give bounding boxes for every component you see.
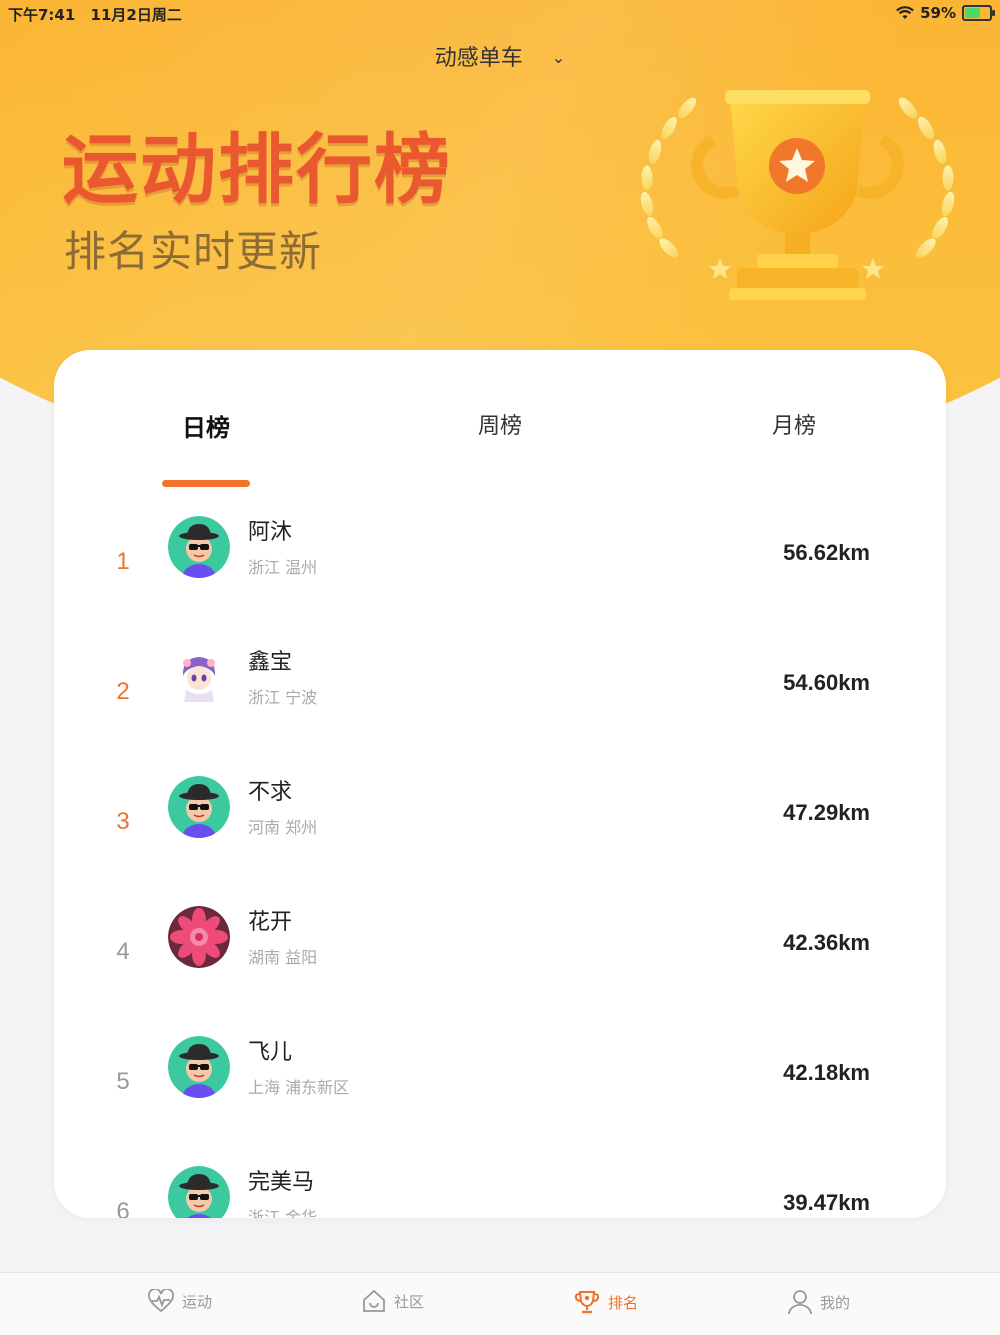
- ranking-row[interactable]: 3 不求河南 郑州 47.29km: [54, 758, 946, 888]
- nav-item-exercise[interactable]: 运动: [148, 1289, 212, 1313]
- status-date: 11月2日周二: [90, 6, 182, 24]
- rank-number: 1: [116, 548, 130, 575]
- ranking-tabs: 日榜 周榜 月榜: [54, 350, 946, 490]
- nav-item-mine[interactable]: 我的: [788, 1289, 850, 1315]
- tab-weekly[interactable]: 周榜: [410, 408, 590, 440]
- rank-number: 4: [116, 938, 130, 965]
- distance-value: 39.47km: [783, 1190, 870, 1215]
- distance-value: 56.62km: [783, 540, 870, 565]
- distance-value: 42.36km: [783, 930, 870, 955]
- nav-label: 运动: [182, 1292, 213, 1311]
- user-name: 鑫宝: [248, 650, 293, 675]
- ranking-card: 日榜 周榜 月榜 1 阿沐浙江 温州 56.62km 2 鑫宝浙江 宁波 54.60km 3…: [54, 350, 946, 1218]
- sport-selector[interactable]: 动感单车 ⌄: [0, 40, 1000, 72]
- distance-value: 42.18km: [783, 1060, 870, 1085]
- tab-daily[interactable]: 日榜: [116, 408, 296, 443]
- ranking-row[interactable]: 4 花开湖南 益阳 42.36km: [54, 888, 946, 1018]
- user-location: 上海 浦东新区: [248, 1078, 350, 1097]
- tab-monthly[interactable]: 月榜: [704, 408, 884, 440]
- nav-label: 排名: [608, 1293, 639, 1312]
- nav-item-ranking[interactable]: 排名: [574, 1289, 638, 1315]
- avatar[interactable]: [168, 906, 230, 968]
- avatar[interactable]: [168, 776, 230, 838]
- distance-value: 54.60km: [783, 670, 870, 695]
- status-time: 下午7:41: [8, 6, 76, 24]
- rank-number: 5: [116, 1068, 130, 1095]
- nav-label: 社区: [394, 1292, 425, 1311]
- ranking-row[interactable]: 1 阿沐浙江 温州 56.62km: [54, 498, 946, 628]
- rank-number: 2: [116, 678, 130, 705]
- user-name: 不求: [248, 780, 293, 805]
- rank-number: 3: [116, 808, 130, 835]
- bottom-nav: 运动 社区 排名 我的: [0, 1272, 1000, 1335]
- trophy-icon: [639, 90, 956, 300]
- avatar[interactable]: [168, 1166, 230, 1218]
- avatar[interactable]: [168, 516, 230, 578]
- user-name: 花开: [248, 910, 293, 935]
- nav-label: 我的: [820, 1293, 851, 1312]
- page-subtitle: 排名实时更新: [64, 227, 323, 276]
- status-bar: 下午7:41 11月2日周二 59%: [0, 0, 1000, 26]
- user-location: 浙江 温州: [248, 558, 318, 577]
- user-location: 浙江 宁波: [248, 688, 318, 707]
- user-icon: [788, 1290, 812, 1315]
- ranking-row[interactable]: 5 飞儿上海 浦东新区 42.18km: [54, 1018, 946, 1148]
- user-name: 阿沐: [248, 520, 293, 545]
- user-name: 飞儿: [248, 1040, 293, 1065]
- battery-level: [965, 8, 981, 18]
- wifi-icon: [896, 6, 914, 19]
- trophy-icon: [574, 1291, 600, 1314]
- battery-percent: 59%: [920, 4, 956, 22]
- page-title: 运动排行榜: [62, 125, 452, 214]
- ranking-row[interactable]: 6 完美马浙江 金华 39.47km: [54, 1148, 946, 1218]
- nav-item-community[interactable]: 社区: [362, 1289, 424, 1313]
- user-location: 河南 郑州: [248, 818, 318, 837]
- ranking-row[interactable]: 2 鑫宝浙江 宁波 54.60km: [54, 628, 946, 758]
- battery-icon: [962, 5, 995, 21]
- sport-selector-label: 动感单车: [434, 46, 523, 71]
- avatar[interactable]: [168, 646, 230, 708]
- user-location: 湖南 益阳: [248, 948, 318, 967]
- user-name: 完美马: [248, 1170, 315, 1195]
- user-location: 浙江 金华: [248, 1208, 318, 1218]
- active-tab-indicator: [162, 480, 250, 487]
- home-icon: [363, 1289, 385, 1312]
- avatar[interactable]: [168, 1036, 230, 1098]
- rank-number: 6: [116, 1198, 130, 1218]
- distance-value: 47.29km: [783, 800, 870, 825]
- chevron-down-icon: ⌄: [551, 48, 566, 67]
- heartbeat-icon: [148, 1289, 174, 1313]
